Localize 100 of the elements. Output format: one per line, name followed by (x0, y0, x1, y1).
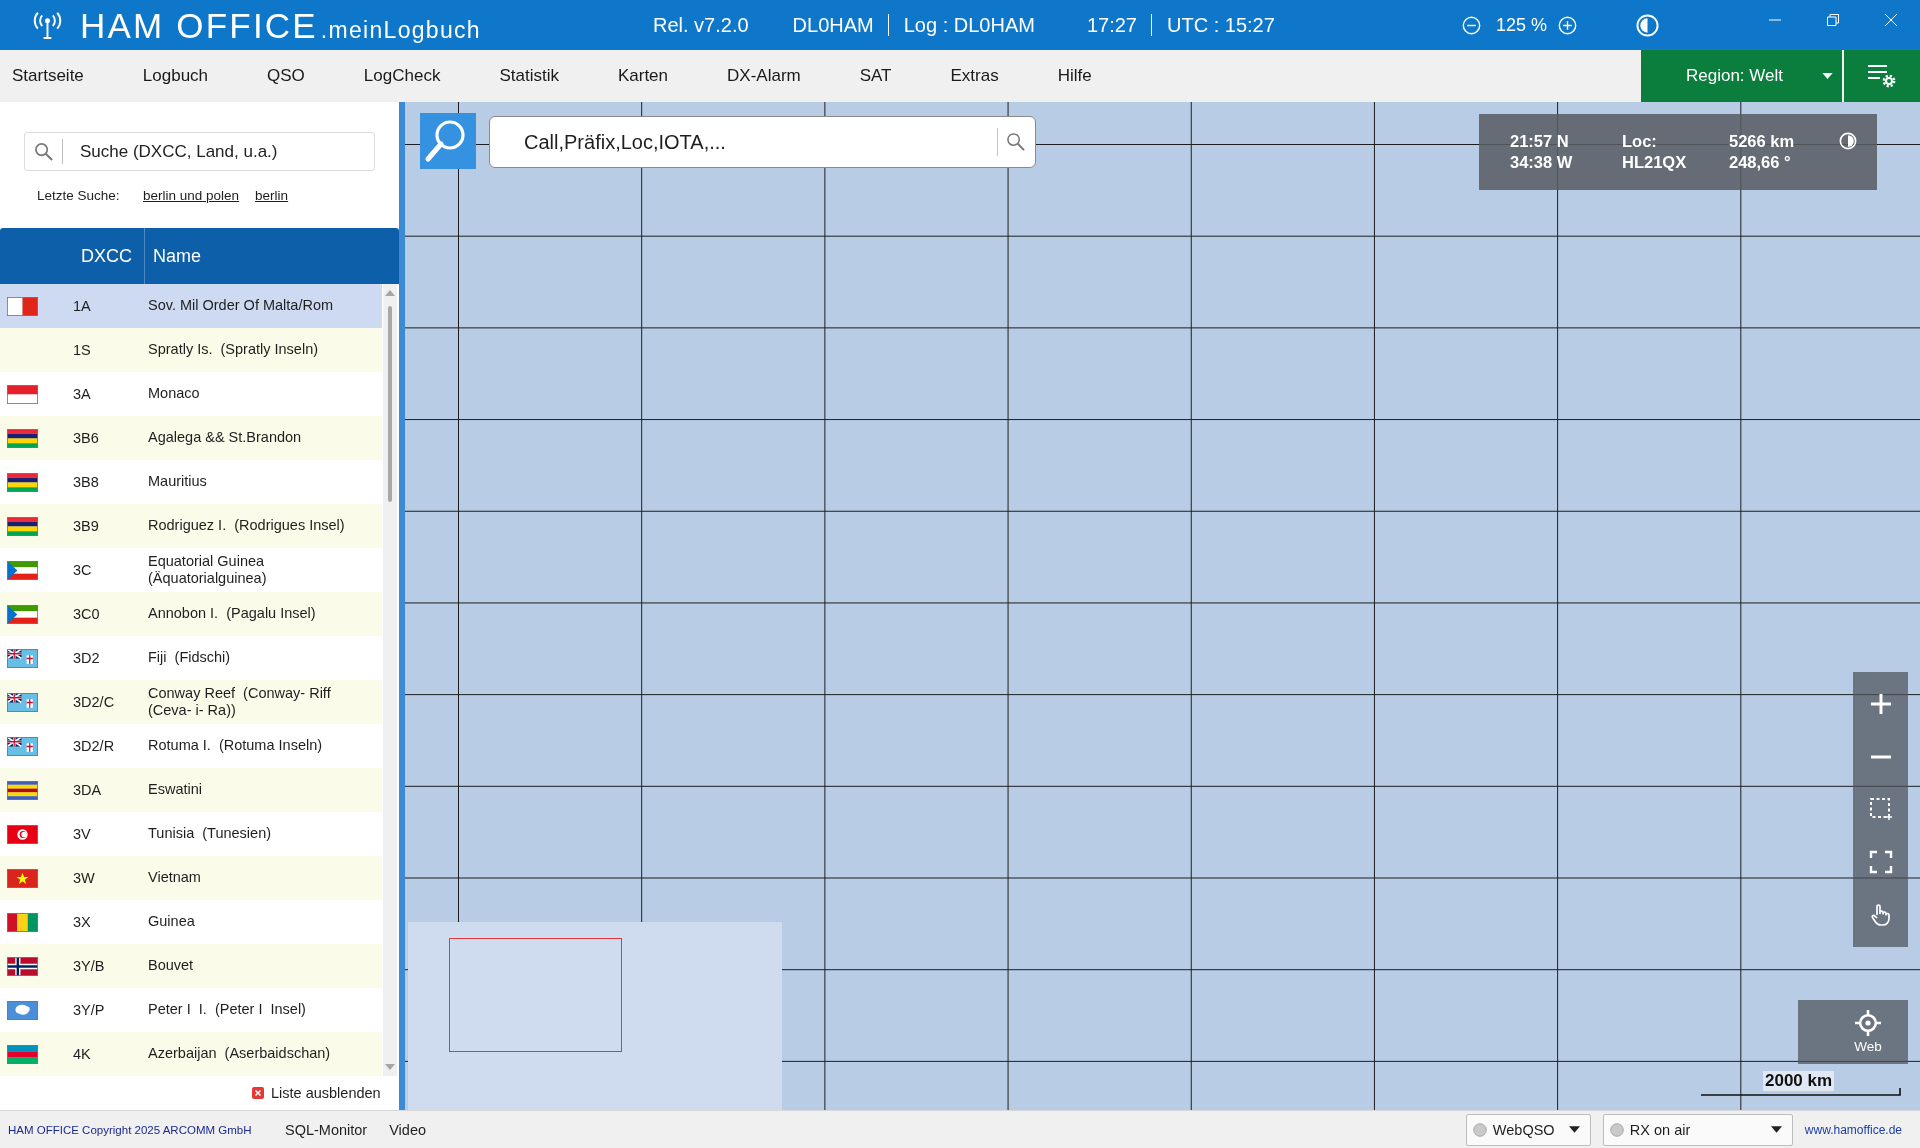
dxcc-cell-text: 4K (73, 1046, 92, 1062)
table-row[interactable]: 3B6 Agalega && St.Brandon (0, 416, 382, 460)
zoom-out-icon[interactable] (1462, 15, 1481, 35)
settings-button[interactable] (1844, 50, 1920, 102)
flag-icon (7, 604, 38, 624)
utc-time: UTC : 15:27 (1167, 13, 1275, 37)
column-header[interactable]: Name (153, 245, 202, 267)
status-dropdown[interactable]: RX on air (1602, 1113, 1793, 1146)
region-dropdown[interactable]: Region: Welt (1641, 50, 1842, 102)
name-cell-text: Rodriguez I. (Rodrigues Insel) (148, 517, 346, 535)
name-cell-text: Bouvet (148, 957, 195, 975)
map-placeholder[interactable] (405, 102, 1920, 1110)
caret-icon (1822, 73, 1833, 79)
flag-icon (7, 560, 38, 580)
menu-item[interactable]: Hilfe (1057, 66, 1092, 86)
web-button[interactable]: Web (1798, 1000, 1908, 1064)
dxcc-cell-text: 3V (73, 826, 92, 842)
name-cell-text: Agalega && St.Brandon (148, 429, 303, 447)
app-name: HAM OFFICE (80, 7, 318, 43)
map-search-field[interactable]: Call,Präfix,Loc,IOTA,... (489, 116, 1036, 168)
name-cell-text: Peter I I. (Peter I Insel) (148, 1001, 307, 1019)
flag-icon (7, 516, 38, 536)
bearing-text: 248,66 ° (1729, 152, 1792, 173)
search-field[interactable]: Suche (DXCC, Land, u.a.) (24, 132, 375, 171)
flag-icon (7, 956, 38, 976)
website-link[interactable]: www.hamoffice.de (1804, 1122, 1902, 1137)
dxcc-cell-text: 3Y/B (73, 958, 106, 974)
table-row[interactable]: 1A Sov. Mil Order Of Malta/Rom (0, 284, 382, 328)
table-row[interactable]: 4K Azerbaijan (Aserbaidschan) (0, 1032, 382, 1076)
close-icon[interactable] (252, 1087, 264, 1099)
table-row[interactable]: 3DA Eswatini (0, 768, 382, 812)
dxcc-cell-text: 1S (73, 342, 92, 358)
log-callsign: Log : DL0HAM (903, 13, 1035, 37)
name-cell-text: Equatorial Guinea (Äquatorialguinea) (148, 552, 268, 588)
list-settings-icon (1867, 63, 1897, 89)
dxcc-cell-text: 3W (73, 870, 96, 886)
hide-list-link[interactable]: Liste ausblenden (271, 1085, 381, 1101)
flag-icon (7, 472, 38, 492)
flag-icon (7, 824, 38, 844)
dxcc-cell-text: 3D2/R (73, 738, 116, 754)
menu-item[interactable]: Statistik (499, 66, 559, 86)
dxcc-cell-text: 3D2/C (73, 694, 116, 710)
menu-item[interactable]: Logbuch (142, 66, 209, 86)
menu-item[interactable]: SAT (859, 66, 892, 86)
close-icon[interactable] (1884, 13, 1898, 27)
fullscreen-icon[interactable] (1868, 850, 1893, 875)
menu-item[interactable]: Karten (617, 66, 669, 86)
scrollbar-thumb[interactable] (388, 306, 392, 502)
zoom-in-icon[interactable] (1558, 15, 1578, 35)
copyright-text: HAM OFFICE Copyright 2025 ARCOMM GmbH (8, 1123, 253, 1136)
name-cell-text: Monaco (148, 385, 201, 403)
longitude-text: 34:38 W (1510, 152, 1574, 173)
recent-search-link[interactable]: berlin (255, 187, 289, 203)
select-area-icon[interactable] (1868, 797, 1893, 822)
name-cell-text: Annobon I. (Pagalu Insel) (148, 605, 317, 623)
name-cell-text: Conway Reef (Conway- Riff (Ceva- i- Ra)) (148, 684, 332, 720)
table-row[interactable]: 3D2/C Conway Reef (Conway- Riff (Ceva- i- Ra)) (0, 680, 382, 724)
column-header[interactable]: DXCC (81, 245, 132, 267)
dxcc-cell-text: 1A (73, 298, 92, 314)
viewport-frame[interactable] (449, 938, 622, 1052)
scale-label: 2000 km (1763, 1071, 1835, 1091)
menu-item[interactable]: Extras (950, 66, 999, 86)
dxcc-cell-text: 3B9 (73, 518, 100, 534)
antenna-icon (33, 11, 62, 39)
table-row[interactable]: 1S Spratly Is. (Spratly Inseln) (0, 328, 382, 372)
station-callsign: DL0HAM (792, 13, 874, 37)
dxcc-cell-text: 3C0 (73, 606, 101, 622)
hand-pointer-icon[interactable] (1868, 902, 1893, 927)
menu-item[interactable]: Startseite (12, 66, 84, 86)
name-cell-text: Eswatini (148, 781, 203, 799)
local-time: 17:27 (1086, 13, 1137, 37)
search-icon[interactable] (1006, 132, 1025, 151)
contrast-icon[interactable] (1636, 13, 1660, 37)
caret-icon (1770, 1126, 1782, 1133)
menu-item[interactable]: QSO (267, 66, 305, 86)
locator-label: Loc: (1622, 131, 1658, 152)
latitude-text: 21:57 N (1510, 131, 1570, 152)
flag-icon (7, 736, 38, 756)
status-link[interactable]: SQL-Monitor (285, 1121, 368, 1138)
table-row[interactable]: 3C0 Annobon I. (Pagalu Insel) (0, 592, 382, 636)
search-icon[interactable] (420, 113, 476, 169)
zoom-level: 125 % (1496, 14, 1548, 36)
crosshair-icon (1855, 1010, 1881, 1036)
table-row[interactable]: 3Y/B Bouvet (0, 944, 382, 988)
restore-icon[interactable] (1826, 13, 1840, 27)
table-row[interactable]: 3W Vietnam (0, 856, 382, 900)
scrollbar[interactable] (383, 284, 397, 1076)
plus-icon[interactable] (1868, 692, 1893, 717)
contrast-icon[interactable] (1839, 131, 1857, 150)
flag-icon (7, 648, 38, 668)
menu-item[interactable]: LogCheck (363, 66, 441, 86)
flag-icon (7, 428, 38, 448)
flag-icon (7, 384, 38, 404)
menu-item[interactable]: DX-Alarm (727, 66, 801, 86)
dxcc-cell-text: 3B8 (73, 474, 100, 490)
flag-icon (7, 296, 38, 316)
table-row[interactable]: 3B9 Rodriguez I. (Rodrigues Insel) (0, 504, 382, 548)
status-link[interactable]: Video (389, 1121, 427, 1138)
status-dropdown[interactable]: WebQSO (1465, 1113, 1591, 1146)
recent-search-link[interactable]: berlin und polen (143, 187, 240, 203)
